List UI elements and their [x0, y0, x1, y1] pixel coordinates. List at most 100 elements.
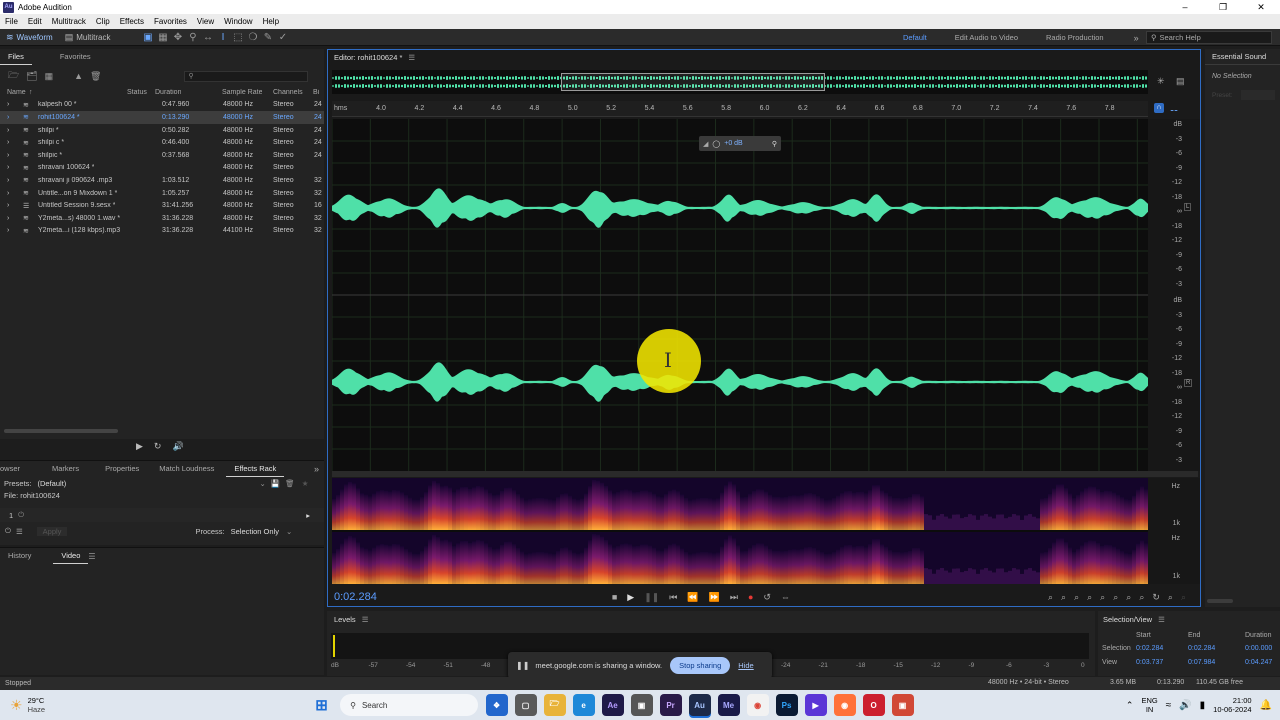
photoshop-icon[interactable]: Ps — [775, 694, 798, 716]
close-icon[interactable]: ✕ — [1242, 0, 1280, 14]
stop-sharing-button[interactable]: Stop sharing — [670, 657, 731, 674]
channel-r-toggle[interactable]: R — [1184, 379, 1193, 387]
expand-chevron-icon[interactable]: › — [7, 101, 9, 108]
store-icon[interactable]: ▣ — [630, 694, 653, 716]
time-ruler[interactable]: hms 4.0 4.2 4.4 4.6 4.8 5.0 5.2 5.4 5.6 5.8 6.0 6.2… — [332, 101, 1148, 117]
spot-healing-icon[interactable]: ✓ — [275, 29, 290, 46]
new-file-icon[interactable]: ▦ — [45, 71, 54, 82]
selection-view-title[interactable]: Selection/View — [1103, 615, 1152, 624]
tab-markers[interactable]: Markers — [44, 462, 87, 476]
language-indicator[interactable]: ENG IN — [1141, 696, 1157, 714]
spectral-frequency-icon[interactable]: ▣ — [140, 29, 155, 46]
col-channels[interactable]: Channels — [273, 89, 303, 96]
file-row[interactable]: › ≋ shilpi * 0:50.282 48000 Hz Stereo 24 — [0, 124, 324, 137]
after-effects-icon[interactable]: Ae — [601, 694, 624, 716]
levels-menu-icon[interactable]: ☰ — [362, 615, 369, 624]
video-panel-menu-icon[interactable]: ☰ — [88, 552, 95, 561]
firefox-icon[interactable]: ◉ — [833, 694, 856, 716]
search-help-field[interactable]: ⚲ Search Help — [1146, 31, 1272, 44]
waveform-display[interactable] — [332, 119, 1148, 471]
rewind-icon[interactable]: ⏪ — [687, 592, 698, 603]
levels-title[interactable]: Levels — [334, 615, 356, 624]
selection-duration-value[interactable]: 0:00.000 — [1245, 645, 1272, 652]
menu-file[interactable]: File — [0, 14, 23, 29]
expand-chevron-icon[interactable]: › — [7, 139, 9, 146]
zoom-in-amplitude-icon[interactable]: ⌕ — [1048, 592, 1053, 603]
process-chevron-icon[interactable]: ⌄ — [286, 527, 292, 536]
tab-history[interactable]: History — [0, 549, 39, 563]
tab-media-browser[interactable]: owser — [0, 462, 28, 476]
play-icon[interactable]: ▶ — [627, 592, 634, 603]
show-hidden-icons[interactable]: ⌃ — [1126, 700, 1134, 711]
menu-effects[interactable]: Effects — [115, 14, 149, 29]
marquee-tool-icon[interactable]: ⬚ — [230, 29, 245, 46]
essential-sound-title[interactable]: Essential Sound — [1205, 49, 1280, 65]
file-row[interactable]: › ≋ shilpi c * 0:46.400 48000 Hz Stereo 24 — [0, 136, 324, 149]
more-workspaces-icon[interactable]: » — [1134, 33, 1139, 43]
autoplay-icon[interactable]: 🔊 — [172, 441, 183, 452]
menu-multitrack[interactable]: Multitrack — [47, 14, 91, 29]
rack-list-icon[interactable]: ☰ — [16, 527, 23, 536]
slip-tool-icon[interactable]: ↔ — [200, 29, 215, 46]
expand-chevron-icon[interactable]: › — [7, 152, 9, 159]
pin-icon[interactable]: ⚋ — [1170, 103, 1178, 114]
file-row[interactable]: › ≋ Y2meta...i (128 kbps).mp3 31:36.228 4410… — [0, 225, 324, 238]
col-duration[interactable]: Duration — [155, 89, 181, 96]
preset-dropdown[interactable] — [1240, 90, 1275, 100]
windows-start-icon[interactable]: ⊞ — [311, 694, 333, 716]
view-duration-value[interactable]: 0:04.247 — [1245, 659, 1272, 666]
open-file-icon[interactable]: 🗁 — [8, 68, 19, 84]
current-time-display[interactable]: 0:02.284 — [334, 591, 377, 603]
fast-forward-icon[interactable]: ⏩ — [709, 592, 720, 603]
tab-files[interactable]: Files — [0, 50, 32, 65]
col-bits[interactable]: Bi — [313, 89, 319, 96]
tab-video[interactable]: Video — [53, 549, 89, 564]
battery-icon[interactable]: ▮ — [1200, 700, 1206, 711]
rack-power-icon[interactable]: ⏻ — [5, 526, 11, 536]
spectral-divider[interactable] — [332, 471, 1198, 477]
premiere-icon[interactable]: Pr — [659, 694, 682, 716]
workspace-radio-production[interactable]: Radio Production — [1046, 33, 1104, 42]
zoom-out-time-icon[interactable]: ⌕ — [1087, 592, 1092, 603]
spectral-display[interactable] — [332, 478, 1148, 584]
clock[interactable]: 21:00 10-06-2024 — [1213, 696, 1251, 714]
file-row[interactable]: › ≋ Untitle...on 9 Mixdown 1 * 1:05.257 4800… — [0, 187, 324, 200]
insert-into-multitrack-icon[interactable]: ▲ — [74, 71, 83, 81]
tab-match-loudness[interactable]: Match Loudness — [151, 462, 222, 476]
file-row[interactable]: › ≋ rohit100624 * 0:13.290 48000 Hz Stereo 24 — [0, 111, 324, 124]
file-row[interactable]: › ≋ shravani ji 090624 .mp3 1:03.512 48000 H… — [0, 174, 324, 187]
multitrack-view-button[interactable]: ▤ Multitrack — [59, 29, 117, 46]
brush-tool-icon[interactable]: ✎ — [260, 29, 275, 46]
zoom-out-full-icon[interactable]: ⌕ — [1100, 592, 1105, 603]
media-encoder-icon[interactable]: Me — [717, 694, 740, 716]
zoom-to-selection-icon[interactable]: ✳ — [1157, 76, 1165, 87]
files-search-input[interactable]: ⚲ — [184, 70, 309, 82]
move-tool-icon[interactable]: ✥ — [170, 29, 185, 46]
media-player-icon[interactable]: ▶ — [804, 694, 827, 716]
process-dropdown[interactable]: Selection Only — [231, 527, 279, 536]
menu-edit[interactable]: Edit — [23, 14, 47, 29]
skip-to-end-icon[interactable]: ⏭ — [730, 592, 738, 603]
expand-chevron-icon[interactable]: › — [7, 227, 9, 234]
col-name[interactable]: Name — [7, 89, 26, 96]
menu-favorites[interactable]: Favorites — [149, 14, 192, 29]
lasso-tool-icon[interactable]: ❍ — [245, 29, 260, 46]
hud-pin-icon[interactable]: ⚲ — [772, 140, 777, 148]
wifi-icon[interactable]: ≈ — [1166, 700, 1172, 711]
skip-selection-icon[interactable]: ⇔ — [781, 592, 790, 602]
edge-icon[interactable]: e — [572, 694, 595, 716]
presets-dropdown[interactable]: (Default) — [38, 479, 260, 488]
zoom-scrub-icon[interactable]: ⌕ — [1168, 592, 1173, 603]
copilot-icon[interactable]: ❖ — [485, 694, 508, 716]
files-horizontal-scrollbar[interactable] — [4, 429, 118, 433]
zoom-selection-icon[interactable]: ⌕ — [1113, 592, 1118, 603]
expand-chevron-icon[interactable]: › — [7, 177, 9, 184]
save-preset-icon[interactable]: 💾 — [271, 479, 280, 488]
razor-tool-icon[interactable]: ⚲ — [185, 29, 200, 46]
zoom-disabled-icon[interactable]: ⌕ — [1181, 592, 1186, 603]
overview-view-range[interactable] — [561, 73, 825, 91]
hide-share-bar-link[interactable]: Hide — [738, 661, 753, 670]
selection-view-menu-icon[interactable]: ☰ — [1158, 615, 1165, 624]
loop-preview-icon[interactable]: ↻ — [154, 441, 162, 452]
delete-file-icon[interactable]: 🗑 — [90, 71, 101, 82]
